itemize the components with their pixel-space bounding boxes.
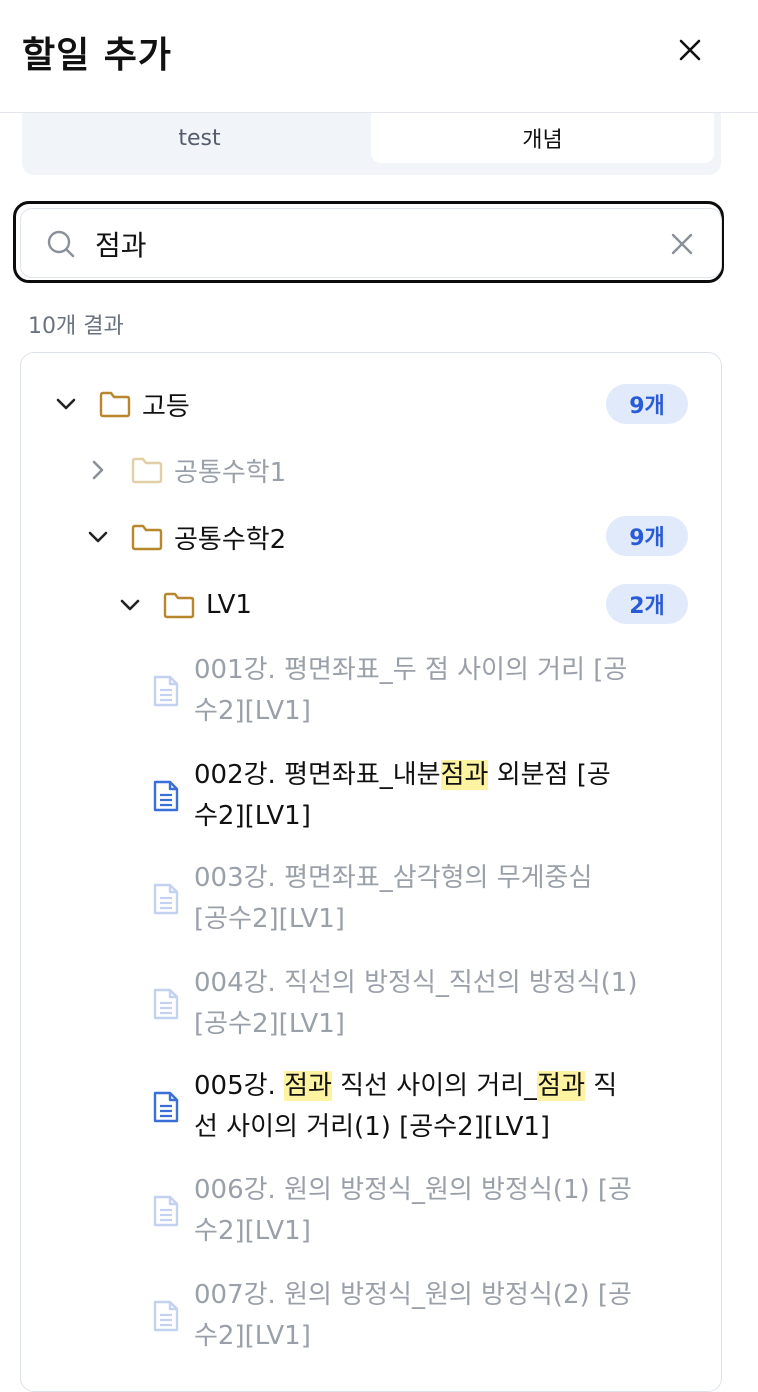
- chevron-down-icon[interactable]: [54, 392, 78, 416]
- folder-icon: [131, 524, 163, 551]
- dialog-header: 할일 추가: [0, 0, 758, 113]
- document-icon: [153, 780, 179, 812]
- folder-icon: [131, 457, 163, 484]
- count-badge: 9개: [606, 384, 688, 424]
- document-icon: [153, 988, 179, 1020]
- clear-search-icon[interactable]: [668, 230, 696, 258]
- folder-icon: [99, 391, 131, 418]
- result-count: 10개 결과: [28, 314, 124, 339]
- document-icon: [153, 675, 179, 707]
- document-icon: [153, 1195, 179, 1227]
- close-icon: [679, 39, 701, 61]
- search-icon: [47, 230, 75, 258]
- document-icon: [153, 1091, 179, 1123]
- chevron-down-icon[interactable]: [86, 525, 110, 549]
- tab-test[interactable]: test: [32, 113, 367, 163]
- lesson-title: 005강. 점과 직선 사이의 거리_점과 직선 사이의 거리(1) [공수2]…: [194, 1071, 618, 1142]
- tree-node-label: 공통수학2: [174, 524, 287, 555]
- tab-concept[interactable]: 개념: [371, 113, 714, 163]
- dialog-title: 할일 추가: [22, 35, 173, 76]
- document-icon: [153, 883, 179, 915]
- count-badge: 9개: [606, 516, 688, 556]
- tree-node-root[interactable]: 고등: [54, 382, 190, 426]
- tree-node-lv1[interactable]: LV1: [118, 583, 252, 627]
- lesson-title: 004강. 직선의 방정식_직선의 방정식(1) [공수2][LV1]: [194, 968, 638, 1039]
- lesson-title: 002강. 평면좌표_내분점과 외분점 [공 수2][LV1]: [194, 760, 611, 831]
- search-highlight: 점과: [440, 760, 489, 790]
- close-button[interactable]: [670, 30, 710, 70]
- search-highlight: 점과: [537, 1071, 585, 1101]
- search-highlight: 점과: [284, 1071, 332, 1101]
- chevron-down-icon[interactable]: [118, 593, 142, 617]
- folder-icon: [163, 592, 195, 619]
- tree-node-label: 공통수학1: [174, 457, 287, 488]
- tree-node-label: LV1: [206, 590, 252, 620]
- lesson-title: 001강. 평면좌표_두 점 사이의 거리 [공 수2][LV1]: [194, 655, 628, 726]
- tree-node-label: 고등: [142, 391, 190, 422]
- document-icon: [153, 1300, 179, 1332]
- count-badge: 2개: [606, 584, 688, 624]
- lesson-title: 006강. 원의 방정식_원의 방정식(1) [공 수2][LV1]: [194, 1175, 632, 1246]
- search-input[interactable]: [95, 222, 655, 266]
- chevron-right-icon[interactable]: [86, 458, 110, 482]
- tab-bar: test 개념: [22, 113, 721, 175]
- tree-node-common-math-1[interactable]: 공통수학1: [86, 448, 286, 492]
- lesson-title: 003강. 평면좌표_삼각형의 무게중심 [공수2][LV1]: [194, 863, 593, 934]
- lesson-title: 007강. 원의 방정식_원의 방정식(2) [공 수2][LV1]: [194, 1280, 632, 1351]
- tree-node-common-math-2[interactable]: 공통수학2: [86, 515, 286, 559]
